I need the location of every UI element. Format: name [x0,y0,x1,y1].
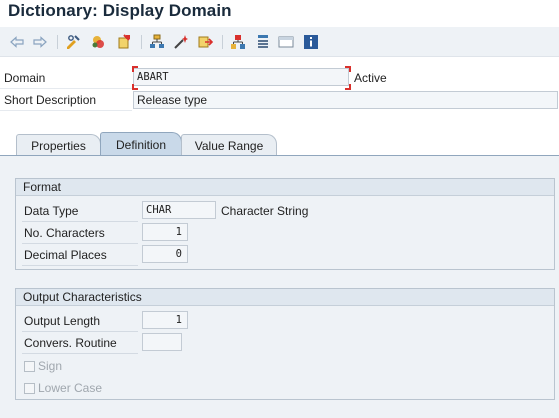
short-description-label: Short Description [4,93,97,107]
output-length-label: Output Length [24,314,101,328]
output-length-field[interactable]: 1 [142,311,188,329]
list-icon[interactable] [254,33,272,51]
title-bar: Dictionary: Display Domain [0,0,559,27]
application-toolbar [0,27,559,57]
domain-field[interactable]: ABART [133,68,349,86]
transport-icon[interactable] [196,33,214,51]
conversion-routine-label: Convers. Routine [24,336,117,350]
sign-checkbox-label: Sign [38,359,63,373]
where-used-icon[interactable] [229,33,247,51]
row-divider [0,88,132,89]
row-divider [22,265,138,266]
tab-properties[interactable]: Properties [16,134,101,156]
required-marker [345,66,351,72]
back-arrow-icon[interactable] [8,33,26,51]
conversion-routine-field[interactable] [142,333,182,351]
lower-case-checkbox-label: Lower Case [38,381,103,395]
data-type-field[interactable]: CHAR [142,201,216,219]
screen-icon[interactable] [277,33,295,51]
status-text: Active [354,71,387,85]
data-type-label: Data Type [24,204,79,218]
data-type-description: Character String [221,204,309,218]
row-divider [0,110,132,111]
activate-icon[interactable] [115,33,133,51]
checkbox-box [24,382,35,394]
output-group-title: Output Characteristics [16,289,554,306]
decimal-places-field[interactable]: 0 [142,245,188,263]
row-divider [22,243,138,244]
display-change-icon[interactable] [64,33,82,51]
decimal-places-label: Decimal Places [24,248,107,262]
no-characters-label: No. Characters [24,226,105,240]
format-group-title: Format [16,179,554,196]
toolbar-separator [141,35,142,49]
required-marker [345,84,351,90]
tab-definition[interactable]: Definition [100,132,182,156]
required-marker [132,66,138,72]
required-marker [132,84,138,90]
domain-label: Domain [4,71,46,85]
other-object-icon[interactable] [89,33,107,51]
tab-value-range[interactable]: Value Range [181,134,277,156]
hierarchy-icon[interactable] [148,33,166,51]
output-characteristics-group: Output Characteristics Output Length 1 C… [15,288,555,400]
checkbox-box [24,360,35,372]
short-description-field[interactable]: Release type [133,91,558,109]
magic-wand-icon[interactable] [172,33,190,51]
toolbar-separator [222,35,223,49]
tab-strip: Properties Definition Value Range [0,131,559,156]
forward-arrow-icon[interactable] [31,33,49,51]
row-divider [22,221,138,222]
lower-case-checkbox[interactable]: Lower Case [24,381,102,395]
page-title: Dictionary: Display Domain [8,1,232,20]
sign-checkbox[interactable]: Sign [24,359,62,373]
row-divider [22,331,138,332]
toolbar-separator [57,35,58,49]
info-icon[interactable] [302,33,320,51]
row-divider [22,353,138,354]
definition-panel: Format Data Type CHAR Character String N… [0,155,559,418]
format-group: Format Data Type CHAR Character String N… [15,178,555,270]
no-characters-field[interactable]: 1 [142,223,188,241]
